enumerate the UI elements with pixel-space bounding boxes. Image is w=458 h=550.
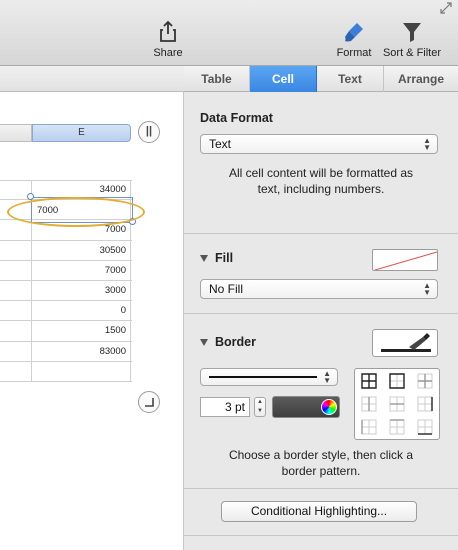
- tab-arrange[interactable]: Arrange: [384, 66, 458, 92]
- table-cell[interactable]: [0, 260, 32, 280]
- fill-title: Fill: [215, 251, 234, 265]
- share-label: Share: [153, 47, 183, 59]
- column-header-d[interactable]: [0, 124, 32, 142]
- corner-icon: [145, 398, 154, 407]
- popup-arrows-icon: ▲ ▼: [323, 369, 331, 385]
- data-format-title: Data Format: [200, 111, 273, 125]
- divider: [184, 488, 458, 489]
- border-color-well[interactable]: [272, 396, 340, 418]
- table-cell[interactable]: [0, 361, 32, 381]
- table-cell[interactable]: 83000: [32, 341, 131, 361]
- format-button[interactable]: Format: [334, 20, 374, 59]
- table-row[interactable]: 30500: [0, 240, 132, 261]
- conditional-highlighting-button[interactable]: Conditional Highlighting...: [221, 501, 417, 522]
- highlight-ellipse: [7, 197, 145, 227]
- row-add-button[interactable]: [138, 391, 160, 413]
- table-cell[interactable]: 1500: [32, 321, 131, 341]
- border-stroke-popup[interactable]: ▲ ▼: [200, 368, 338, 386]
- border-help-line1: Choose a border style, then click a: [228, 448, 414, 462]
- tab-text[interactable]: Text: [317, 66, 384, 92]
- sort-filter-label: Sort & Filter: [382, 47, 442, 59]
- table-cell[interactable]: [0, 341, 32, 361]
- table-cell[interactable]: [0, 301, 32, 321]
- table-cell[interactable]: [0, 321, 32, 341]
- divider: [184, 313, 458, 314]
- funnel-icon: [403, 23, 421, 42]
- table-cell[interactable]: [0, 220, 32, 240]
- disclosure-triangle-icon[interactable]: [200, 255, 208, 262]
- border-pattern-grid: [354, 368, 440, 440]
- no-fill-slash-icon: [374, 251, 437, 270]
- table-row[interactable]: [0, 361, 132, 382]
- table-row[interactable]: 83000: [0, 341, 132, 362]
- share-button[interactable]: Share: [150, 20, 186, 59]
- border-brush-icon: [381, 333, 431, 352]
- border-right-icon[interactable]: [411, 392, 439, 415]
- border-help: Choose a border style, then click a bord…: [184, 447, 458, 479]
- column-header-e[interactable]: E: [32, 124, 131, 142]
- table-row[interactable]: 3000: [0, 280, 132, 302]
- sort-filter-button[interactable]: Sort & Filter: [381, 20, 443, 59]
- border-help-line2: border pattern.: [281, 464, 361, 478]
- table-row[interactable]: 1500: [0, 321, 132, 342]
- table-row[interactable]: 0: [0, 301, 132, 322]
- inspector-tabs: Table Cell Text Arrange: [184, 66, 458, 92]
- format-inspector: Table Cell Text Arrange Data Format Text…: [184, 66, 458, 550]
- border-outer-icon[interactable]: [383, 369, 411, 392]
- data-format-help-line1: All cell content will be formatted as: [228, 166, 414, 180]
- selection-handle-top[interactable]: [27, 193, 34, 200]
- fill-value: No Fill: [209, 282, 244, 296]
- data-format-help: All cell content will be formatted as te…: [184, 165, 458, 197]
- data-format-help-line2: text, including numbers.: [257, 182, 385, 196]
- data-format-popup[interactable]: Text ▲ ▼: [200, 134, 438, 154]
- tab-cell[interactable]: Cell: [250, 66, 317, 92]
- format-label: Format: [336, 47, 372, 59]
- fill-popup[interactable]: No Fill ▲ ▼: [200, 279, 438, 299]
- table-cell[interactable]: 30500: [32, 240, 131, 260]
- border-width-stepper[interactable]: ▲ ▼: [254, 397, 266, 417]
- table-cell[interactable]: 3000: [32, 280, 131, 301]
- stroke-line-preview: [209, 376, 317, 378]
- border-vertical-inner-icon[interactable]: [355, 392, 383, 415]
- border-style-button[interactable]: [372, 329, 438, 357]
- border-bottom-icon[interactable]: [411, 416, 439, 439]
- table-cell[interactable]: [0, 240, 32, 260]
- divider: [184, 233, 458, 234]
- data-format-value: Text: [209, 137, 232, 151]
- tab-table[interactable]: Table: [184, 66, 250, 92]
- table-cell[interactable]: [0, 280, 32, 301]
- border-all-icon[interactable]: [355, 369, 383, 392]
- sheet-tab-bar: [0, 66, 184, 92]
- column-header-row: E: [0, 124, 132, 142]
- fullscreen-icon[interactable]: [440, 2, 452, 14]
- table-cell[interactable]: 7000: [32, 260, 131, 280]
- border-top-icon[interactable]: [383, 416, 411, 439]
- toolbar: Share Format Sort & Filter: [0, 0, 458, 66]
- border-width-field[interactable]: 3 pt: [200, 397, 250, 417]
- column-add-button[interactable]: ||: [138, 121, 160, 143]
- table-cell[interactable]: [32, 361, 131, 381]
- fill-color-well[interactable]: [372, 249, 438, 271]
- disclosure-triangle-icon[interactable]: [200, 339, 208, 346]
- border-left-icon[interactable]: [355, 416, 383, 439]
- table-row[interactable]: 7000: [0, 260, 132, 281]
- paintbrush-icon: [345, 23, 363, 42]
- share-icon: [160, 20, 176, 42]
- border-horizontal-inner-icon[interactable]: [383, 392, 411, 415]
- pause-icon: ||: [145, 125, 153, 137]
- border-title: Border: [215, 335, 256, 349]
- border-inner-icon[interactable]: [411, 369, 439, 392]
- popup-arrows-icon: ▲ ▼: [423, 281, 431, 297]
- popup-arrows-icon: ▲ ▼: [423, 136, 431, 152]
- table-cell[interactable]: 0: [32, 301, 131, 321]
- divider: [184, 535, 458, 536]
- color-wheel-icon[interactable]: [321, 399, 337, 415]
